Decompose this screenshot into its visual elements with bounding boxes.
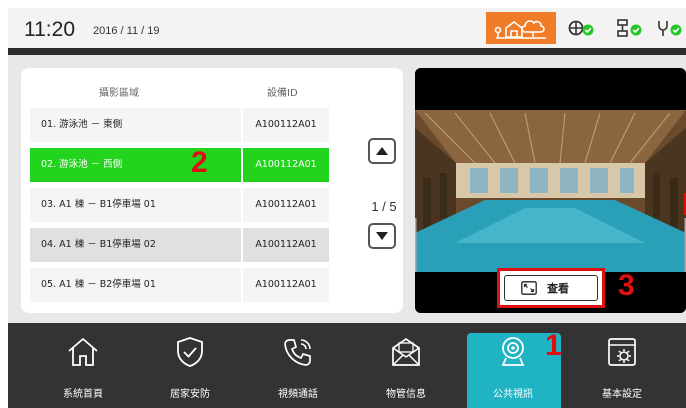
camera-device-id-cell: A100112A01 xyxy=(243,148,329,182)
camera-row-2-selected[interactable]: 02. 游泳池 － 西側 A100112A01 xyxy=(30,148,330,182)
camera-area-cell: 01. 游泳池 － 東側 xyxy=(30,108,241,142)
camera-row-4[interactable]: 04. A1 棟 － B1停車場 02 A100112A01 xyxy=(30,228,330,262)
nav-security-label: 居家安防 xyxy=(170,389,210,400)
camera-area-cell: 02. 游泳池 － 西側 xyxy=(30,148,241,182)
annotation-2: 2 xyxy=(191,146,208,179)
nav-settings[interactable]: 基本設定 xyxy=(572,323,672,408)
annotation-3: 3 xyxy=(618,269,635,302)
clock-time: 11:20 xyxy=(24,18,75,41)
page-up-button[interactable] xyxy=(368,138,396,164)
settings-window-icon xyxy=(608,338,636,366)
mail-envelope-icon xyxy=(392,337,420,366)
camera-device-id-cell: A100112A01 xyxy=(243,228,329,262)
column-header-device-id: 設備ID xyxy=(267,88,298,99)
nav-home-label: 系統首頁 xyxy=(63,389,103,400)
power-plug-status-icon xyxy=(658,21,682,36)
nav-security[interactable]: 居家安防 xyxy=(140,323,240,408)
nav-public-video-label: 公共視訊 xyxy=(493,389,533,400)
view-button[interactable]: 查看 xyxy=(504,275,598,301)
view-button-highlight: 查看 xyxy=(497,268,605,308)
column-header-area: 攝影區域 xyxy=(99,88,139,99)
page-down-button[interactable] xyxy=(368,223,396,249)
network-status-icon xyxy=(617,19,642,37)
camera-row-3[interactable]: 03. A1 棟 － B1停車場 01 A100112A01 xyxy=(30,188,330,222)
nav-public-video[interactable]: 公共視訊 1 xyxy=(463,323,563,408)
camera-device-id-cell: A100112A01 xyxy=(243,188,329,222)
camera-row-5[interactable]: 05. A1 棟 － B2停車場 01 A100112A01 xyxy=(30,268,330,302)
annotation-1: 1 xyxy=(545,329,562,362)
home-icon xyxy=(68,337,98,366)
bottom-nav: 系統首頁 居家安防 視頻通話 物管信息 公共視訊 1 基本設定 xyxy=(8,323,686,408)
nav-property-info-label: 物管信息 xyxy=(386,389,426,400)
nav-video-call-label: 視頻通話 xyxy=(278,389,318,400)
webcam-icon xyxy=(501,337,525,366)
home-status-icon xyxy=(494,20,546,39)
expand-icon xyxy=(521,281,537,295)
nav-home[interactable]: 系統首頁 xyxy=(33,323,133,408)
header-divider xyxy=(8,48,686,55)
arrow-down-icon xyxy=(376,232,388,240)
nav-property-info[interactable]: 物管信息 xyxy=(356,323,456,408)
camera-list-panel: 攝影區域 設備ID 01. 游泳池 － 東側 A100112A01 02. 游泳… xyxy=(21,68,403,313)
shield-status-icon xyxy=(568,20,594,36)
camera-area-cell: 04. A1 棟 － B1停車場 02 xyxy=(30,228,241,262)
status-bar: 11:20 2016 / 11 / 19 xyxy=(8,8,686,48)
view-button-label: 查看 xyxy=(547,282,569,295)
camera-row-1[interactable]: 01. 游泳池 － 東側 A100112A01 xyxy=(30,108,330,142)
phone-call-icon xyxy=(284,339,311,366)
page-indicator: 1 / 5 xyxy=(371,199,397,214)
camera-area-cell: 03. A1 棟 － B1停車場 01 xyxy=(30,188,241,222)
main-area: 攝影區域 設備ID 01. 游泳池 － 東側 A100112A01 02. 游泳… xyxy=(8,55,686,323)
camera-device-id-cell: A100112A01 xyxy=(243,108,329,142)
nav-video-call[interactable]: 視頻通話 xyxy=(248,323,348,408)
camera-area-cell: 05. A1 棟 － B2停車場 01 xyxy=(30,268,241,302)
clock-date: 2016 / 11 / 19 xyxy=(93,25,160,37)
camera-device-id-cell: A100112A01 xyxy=(243,268,329,302)
home-status-badge[interactable] xyxy=(486,12,556,44)
arrow-up-icon xyxy=(376,147,388,155)
nav-settings-label: 基本設定 xyxy=(602,389,642,400)
shield-check-icon xyxy=(177,337,203,367)
